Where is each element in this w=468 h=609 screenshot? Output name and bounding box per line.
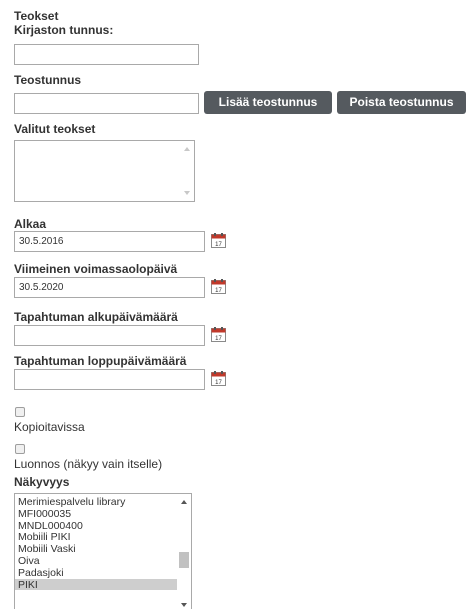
list-item[interactable]: Merimiespalvelu library [15, 496, 177, 508]
list-item[interactable]: Oiva [15, 555, 177, 567]
selected-works-list[interactable] [14, 140, 195, 202]
event-end-input[interactable] [14, 369, 205, 390]
list-item[interactable]: Padasjoki [15, 567, 177, 579]
calendar-icon[interactable]: 17 [211, 233, 226, 248]
start-date-input[interactable] [14, 231, 205, 252]
list-item[interactable]: Mobiili PIKI [15, 531, 177, 543]
calendar-icon[interactable]: 17 [211, 327, 226, 342]
section-title: Teokset [14, 9, 59, 23]
selected-works-scrollbar[interactable] [180, 141, 194, 201]
visibility-label: Näkyvyys [14, 475, 70, 489]
list-item[interactable]: MNDL000400 [15, 520, 177, 532]
library-id-label: Kirjaston tunnus: [14, 23, 114, 37]
list-item[interactable]: MFI000035 [15, 508, 177, 520]
list-item[interactable]: Mobiili Vaski [15, 543, 177, 555]
work-id-input[interactable] [14, 93, 199, 114]
selected-works-label: Valitut teokset [14, 122, 96, 136]
visibility-select[interactable]: Merimiespalvelu library MFI000035 MNDL00… [14, 493, 192, 609]
calendar-icon[interactable]: 17 [211, 279, 226, 294]
event-start-input[interactable] [14, 325, 205, 346]
scroll-up-arrow-icon[interactable] [181, 500, 187, 504]
work-id-label: Teostunnus [14, 73, 82, 87]
scrollbar-thumb[interactable] [179, 552, 189, 568]
copyable-checkbox[interactable] [15, 407, 25, 417]
scroll-up-arrow-icon[interactable] [184, 147, 190, 151]
library-id-input[interactable] [14, 44, 199, 65]
svg-text:17: 17 [215, 380, 222, 386]
copyable-label: Kopioitavissa [14, 420, 85, 434]
add-work-id-button[interactable]: Lisää teostunnus [204, 91, 332, 114]
expiry-date-input[interactable] [14, 277, 205, 298]
expiry-date-label: Viimeinen voimassaolopäivä [14, 262, 178, 276]
svg-text:17: 17 [215, 336, 222, 342]
svg-text:17: 17 [215, 242, 222, 248]
draft-label: Luonnos (näkyy vain itselle) [14, 457, 163, 471]
start-date-label: Alkaa [14, 217, 47, 231]
list-item-selected[interactable]: PIKI [15, 578, 177, 591]
scroll-down-arrow-icon[interactable] [181, 603, 187, 607]
event-end-label: Tapahtuman loppupäivämäärä [14, 354, 187, 368]
calendar-icon[interactable]: 17 [211, 371, 226, 386]
event-start-label: Tapahtuman alkupäivämäärä [14, 310, 178, 324]
draft-checkbox[interactable] [15, 444, 25, 454]
svg-text:17: 17 [215, 288, 222, 294]
scroll-down-arrow-icon[interactable] [184, 191, 190, 195]
remove-work-id-button[interactable]: Poista teostunnus [337, 91, 466, 114]
visibility-scrollbar[interactable] [177, 494, 191, 609]
